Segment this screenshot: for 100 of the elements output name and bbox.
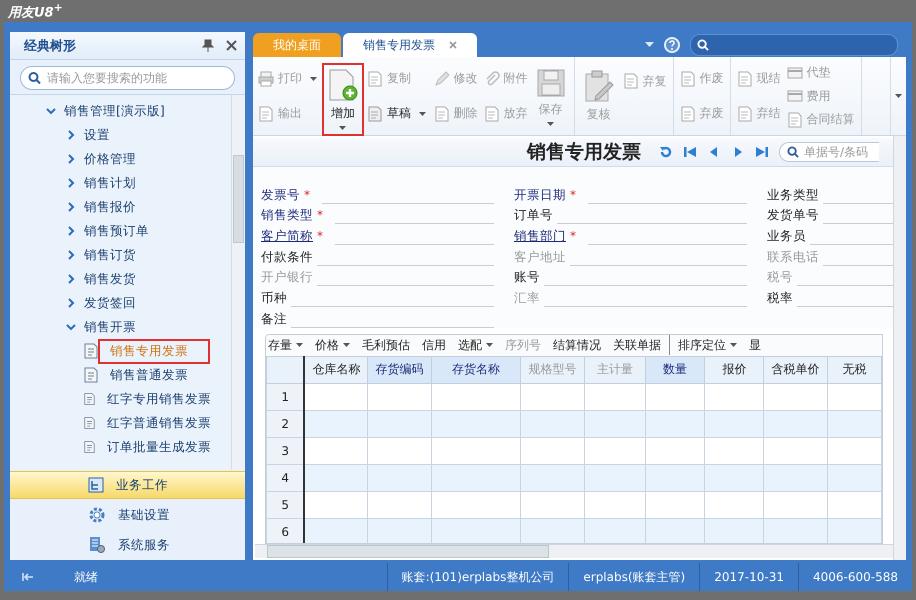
column-header[interactable]: 存货名称 <box>431 356 521 384</box>
column-header[interactable]: 仓库名称 <box>304 356 368 384</box>
caret-icon[interactable] <box>895 94 902 98</box>
search-field[interactable]: 请输入您要搜索的功能 <box>20 66 235 90</box>
chevron-right-icon[interactable] <box>66 250 76 260</box>
tree-item[interactable]: 销售计划 <box>84 174 136 192</box>
table-cell[interactable] <box>764 491 828 518</box>
table-cell[interactable] <box>827 491 882 518</box>
tree-item[interactable]: 红字专用销售发票 <box>97 388 231 410</box>
table-cell[interactable] <box>827 437 882 464</box>
table-cell[interactable] <box>646 383 705 410</box>
search-field[interactable] <box>690 34 898 56</box>
chevron-right-icon[interactable] <box>66 274 76 284</box>
last-icon[interactable] <box>755 145 769 159</box>
scrollbar[interactable] <box>255 544 893 558</box>
toolbar-button[interactable]: 增加 <box>322 63 364 136</box>
chevron-right-icon[interactable] <box>66 226 76 236</box>
table-cell[interactable] <box>520 383 584 410</box>
table-cell[interactable] <box>704 437 764 464</box>
table-cell[interactable] <box>520 437 584 464</box>
tree-item[interactable]: 销售预订单 <box>84 222 149 240</box>
caret-icon[interactable] <box>645 42 654 47</box>
table-cell[interactable] <box>704 518 764 543</box>
table-cell[interactable] <box>827 383 882 410</box>
chevron-right-icon[interactable] <box>66 202 76 212</box>
refresh-icon[interactable] <box>659 145 673 159</box>
pin-icon[interactable] <box>202 39 214 52</box>
field-link[interactable]: 销售部门 <box>514 227 566 246</box>
toolbar-button[interactable]: 显 <box>747 335 763 356</box>
toolbar-button[interactable]: 信用 <box>420 335 448 356</box>
table-cell[interactable] <box>827 410 882 438</box>
table-cell[interactable] <box>431 518 521 543</box>
table-cell[interactable] <box>431 383 521 410</box>
column-header[interactable]: 无税 <box>827 356 882 384</box>
table-cell[interactable] <box>368 518 432 543</box>
scrollbar[interactable] <box>231 95 245 470</box>
table-cell[interactable] <box>368 383 432 410</box>
table-cell[interactable] <box>520 464 584 492</box>
close-icon[interactable] <box>449 41 457 49</box>
tree-item[interactable]: 销售发货 <box>84 270 136 288</box>
chevron-right-icon[interactable] <box>66 178 76 188</box>
table-cell[interactable] <box>827 464 882 492</box>
table-cell[interactable] <box>431 464 521 492</box>
table-cell[interactable] <box>704 383 764 410</box>
table-cell[interactable] <box>764 410 828 438</box>
table-cell[interactable] <box>431 491 521 518</box>
toolbar-button[interactable]: 毛利预估 <box>360 335 412 356</box>
nav-item[interactable]: 系统服务 <box>10 531 245 559</box>
help-icon[interactable] <box>664 36 680 52</box>
table-cell[interactable] <box>584 518 646 543</box>
column-header[interactable]: 含税单价 <box>764 356 828 384</box>
table-cell[interactable] <box>368 410 432 438</box>
table-cell[interactable] <box>764 383 828 410</box>
table-cell[interactable] <box>764 518 828 543</box>
tree-item[interactable]: 价格管理 <box>84 150 136 168</box>
table-cell[interactable] <box>764 464 828 492</box>
table-cell[interactable] <box>584 410 646 438</box>
table-cell[interactable] <box>431 410 521 438</box>
table-cell[interactable] <box>827 518 882 543</box>
tree-item[interactable]: 红字普通销售发票 <box>97 412 231 434</box>
table-cell[interactable] <box>368 491 432 518</box>
chevron-right-icon[interactable] <box>66 154 76 164</box>
table-cell[interactable] <box>368 464 432 492</box>
nav-item[interactable]: 业务工作 <box>10 471 245 499</box>
scrollbar[interactable] <box>893 136 906 560</box>
table-cell[interactable] <box>304 410 368 438</box>
tab[interactable]: 销售专用发票 <box>343 33 477 57</box>
chevron-down-icon[interactable] <box>66 322 76 332</box>
table-cell[interactable] <box>646 491 705 518</box>
chevron-right-icon[interactable] <box>66 298 76 308</box>
close-icon[interactable] <box>226 40 237 51</box>
tree-item[interactable]: 设置 <box>84 126 110 144</box>
toolbar-button[interactable]: 存量 <box>266 335 305 356</box>
chevron-right-icon[interactable] <box>66 130 76 140</box>
table-cell[interactable] <box>646 464 705 492</box>
table-cell[interactable] <box>646 437 705 464</box>
tree-item[interactable]: 发货签回 <box>84 294 136 312</box>
table-cell[interactable] <box>704 464 764 492</box>
table-cell[interactable] <box>431 437 521 464</box>
table-cell[interactable] <box>584 464 646 492</box>
table-cell[interactable] <box>304 464 368 492</box>
table-cell[interactable] <box>304 383 368 410</box>
table-cell[interactable] <box>304 491 368 518</box>
table-cell[interactable] <box>646 410 705 438</box>
table-cell[interactable] <box>704 410 764 438</box>
column-header[interactable]: 数量 <box>646 356 705 384</box>
table-cell[interactable] <box>764 437 828 464</box>
tree-item[interactable]: 订单批量生成发票 <box>97 436 231 458</box>
table-cell[interactable] <box>520 410 584 438</box>
table-cell[interactable] <box>304 437 368 464</box>
table-cell[interactable] <box>646 518 705 543</box>
first-icon[interactable] <box>683 145 697 159</box>
table-cell[interactable] <box>520 491 584 518</box>
tree-item[interactable]: 销售管理[演示版] <box>64 102 165 120</box>
nav-item[interactable]: 基础设置 <box>10 501 245 529</box>
toolbar-button[interactable]: 关联单据 <box>611 335 663 356</box>
toolbar-button[interactable]: 价格 <box>313 335 352 356</box>
toolbar-button[interactable]: 排序定位 <box>669 335 739 356</box>
table-cell[interactable] <box>304 518 368 543</box>
table-cell[interactable] <box>520 518 584 543</box>
